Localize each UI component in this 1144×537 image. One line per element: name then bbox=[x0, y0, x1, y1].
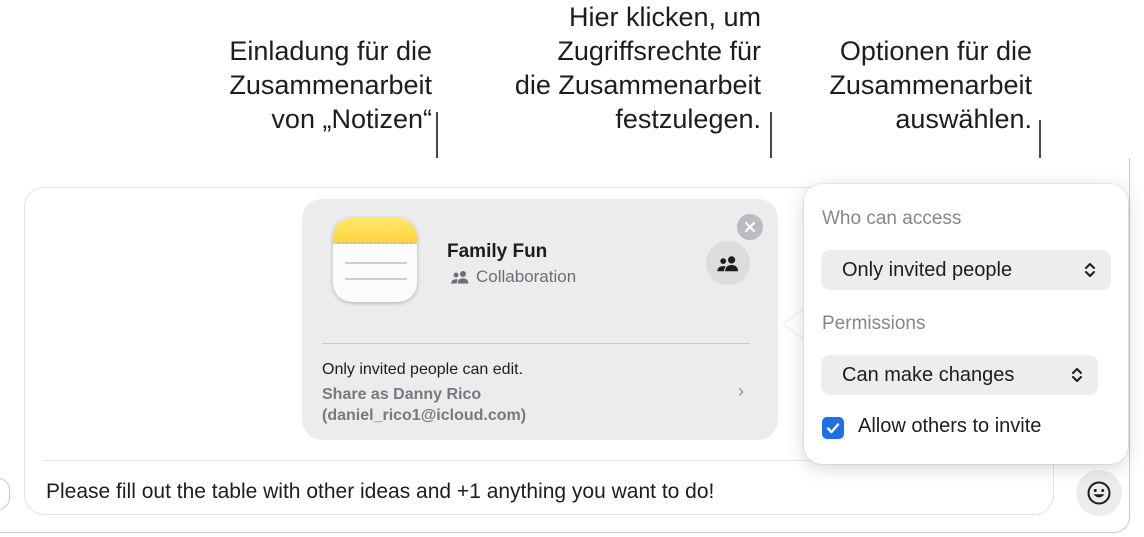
remove-attachment-button[interactable] bbox=[734, 211, 766, 243]
permissions-value: Can make changes bbox=[842, 364, 1015, 386]
callout-access-line-3: die Zusammenarbeit bbox=[514, 70, 761, 100]
chevron-right-icon[interactable]: › bbox=[738, 381, 744, 402]
callout-invitation-line-1: Einladung für die bbox=[229, 36, 432, 66]
collaboration-invitation-card[interactable]: Family Fun Collaboration Only invited pe… bbox=[302, 199, 778, 440]
screenshot-stage: Einladung für die Zusammenarbeit von „No… bbox=[0, 0, 1144, 537]
collaboration-options-popover: Who can access Only invited people Permi… bbox=[804, 184, 1128, 464]
up-down-chevron-icon bbox=[1072, 368, 1082, 382]
callout-invitation: Einladung für die Zusammenarbeit von „No… bbox=[229, 34, 432, 136]
callout-access-line-4: festzulegen. bbox=[615, 104, 761, 134]
who-can-access-label: Who can access bbox=[822, 208, 962, 229]
allow-others-to-invite-label[interactable]: Allow others to invite bbox=[858, 415, 1041, 438]
callout-invitation-line-3: von „Notizen“ bbox=[271, 104, 432, 134]
callout-options-line-2: Zusammenarbeit bbox=[829, 70, 1032, 100]
callout-access-rights: Hier klicken, um Zugriffsrechte für die … bbox=[515, 0, 761, 136]
callout-options-line-3: auswählen. bbox=[895, 104, 1032, 134]
popover-arrow bbox=[784, 308, 806, 340]
collaboration-people-button[interactable] bbox=[706, 241, 750, 285]
callout-invitation-line-2: Zusammenarbeit bbox=[229, 70, 432, 100]
callout-options: Optionen für die Zusammenarbeit auswähle… bbox=[829, 34, 1032, 136]
permissions-select[interactable]: Can make changes bbox=[821, 355, 1098, 395]
up-down-chevron-icon bbox=[1085, 263, 1095, 277]
message-input-text[interactable]: Please fill out the table with other ide… bbox=[46, 478, 714, 506]
emoji-button[interactable] bbox=[1076, 470, 1122, 516]
checkmark-icon bbox=[826, 423, 840, 434]
callout-access-line-1: Hier klicken, um bbox=[568, 2, 761, 32]
card-divider bbox=[322, 343, 750, 344]
card-status-text: Only invited people can edit. bbox=[322, 361, 524, 378]
share-as-email: (daniel_rico1@icloud.com) bbox=[322, 407, 527, 424]
notes-app-icon bbox=[333, 218, 417, 302]
share-as-name: Share as Danny Rico bbox=[322, 386, 482, 403]
card-subtitle-label: Collaboration bbox=[476, 267, 577, 286]
who-can-access-value: Only invited people bbox=[842, 259, 1013, 281]
emoji-icon bbox=[1087, 481, 1111, 505]
card-title: Family Fun bbox=[447, 241, 548, 262]
people-icon bbox=[451, 271, 469, 284]
people-icon bbox=[717, 255, 739, 271]
who-can-access-select[interactable]: Only invited people bbox=[821, 250, 1111, 290]
share-as-identity[interactable]: Share as Danny Rico (daniel_rico1@icloud… bbox=[322, 384, 526, 426]
permissions-label: Permissions bbox=[822, 313, 926, 334]
allow-others-to-invite-checkbox[interactable] bbox=[822, 417, 844, 439]
card-subtitle: Collaboration bbox=[450, 267, 576, 287]
close-icon bbox=[744, 221, 756, 233]
callout-options-line-1: Optionen für die bbox=[839, 36, 1032, 66]
callout-access-line-2: Zugriffsrechte für bbox=[557, 36, 761, 66]
